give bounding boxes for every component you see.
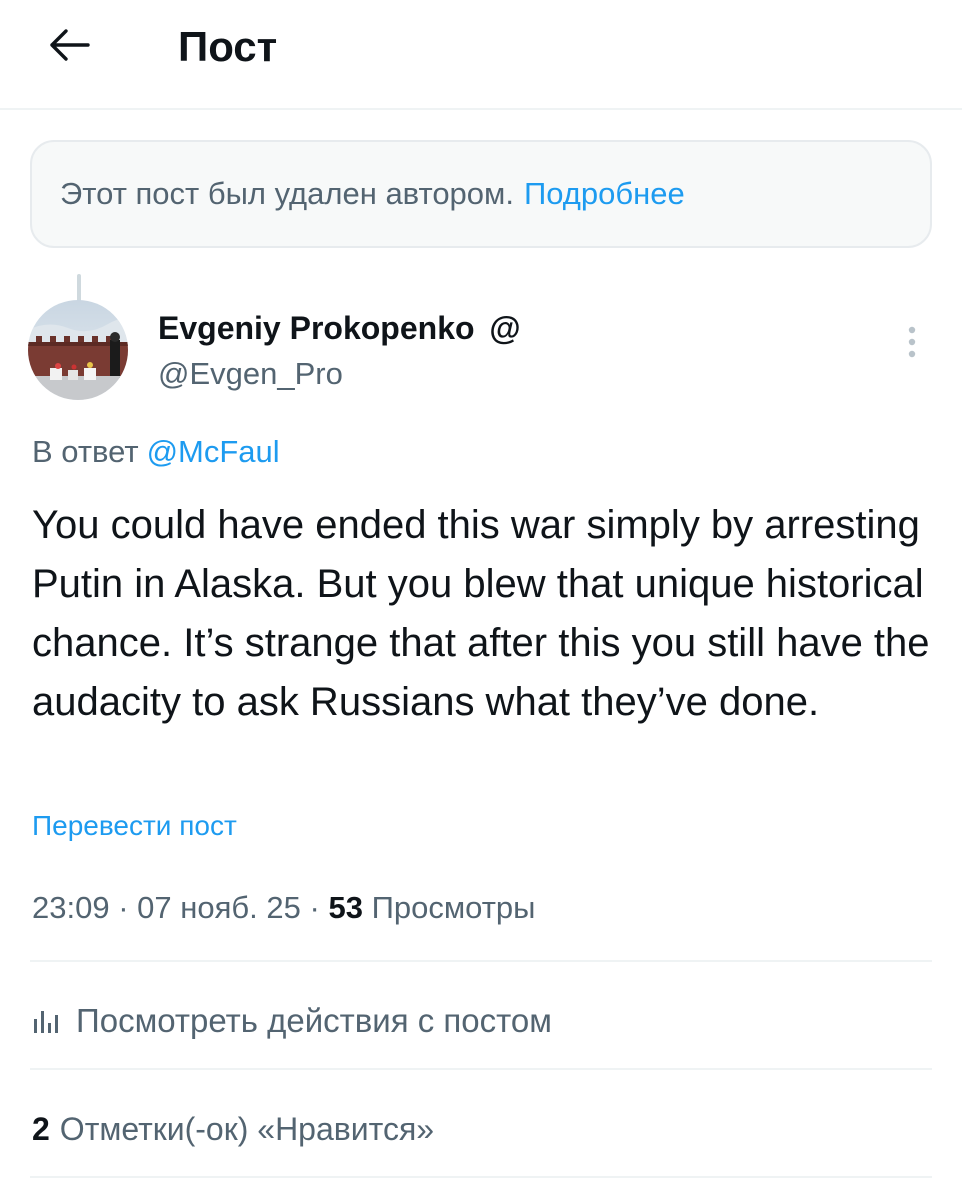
back-button[interactable] — [42, 20, 96, 74]
meta-separator: · — [118, 890, 129, 925]
translate-post-link[interactable]: Перевести пост — [32, 810, 237, 842]
likes-label: Отметки(-ок) «Нравится» — [59, 1110, 435, 1147]
post-time[interactable]: 23:09 — [32, 890, 110, 925]
learn-more-link[interactable]: Подробнее — [524, 176, 685, 212]
post-page: Пост Этот пост был удален автором. Подро… — [0, 0, 962, 1200]
author-display-name: Evgeniy Prokopenko — [158, 310, 475, 346]
more-options-button[interactable] — [890, 322, 934, 366]
avatar[interactable] — [28, 300, 128, 400]
page-title: Пост — [178, 23, 278, 70]
bar-chart-icon — [32, 1007, 62, 1035]
post-text: You could have ended this war simply by … — [32, 503, 930, 724]
arrow-left-icon — [48, 28, 90, 67]
notice-text: Этот пост был удален автором. — [60, 176, 514, 211]
reply-context: В ответ @McFaul — [32, 434, 280, 470]
divider — [30, 1068, 932, 1070]
more-vertical-icon — [907, 325, 917, 364]
author-badge: @ — [489, 310, 521, 346]
reply-prefix: В ответ — [32, 434, 139, 469]
thread-connector-line — [77, 274, 81, 302]
divider — [30, 960, 932, 962]
likes-link[interactable]: 2 Отметки(-ок) «Нравится» — [32, 1104, 434, 1154]
post-meta: 23:09 · 07 нояб. 25 · 53 Просмотры — [32, 890, 535, 926]
likes-count: 2 — [32, 1110, 50, 1147]
reply-mention-link[interactable]: @McFaul — [147, 434, 280, 469]
view-post-analytics-button[interactable]: Посмотреть действия с постом — [32, 996, 552, 1046]
author-handle[interactable]: @Evgen_Pro — [158, 356, 343, 392]
divider — [30, 1176, 932, 1178]
deleted-post-notice: Этот пост был удален автором. Подробнее — [30, 140, 932, 248]
analytics-label: Посмотреть действия с постом — [76, 1002, 552, 1039]
views-count: 53 — [328, 890, 363, 925]
meta-separator: · — [309, 890, 320, 925]
author-name[interactable]: Evgeniy Prokopenko @ — [158, 310, 521, 347]
post-date[interactable]: 07 нояб. 25 — [137, 890, 301, 925]
top-bar: Пост — [0, 0, 962, 110]
views-label: Просмотры — [371, 890, 536, 925]
